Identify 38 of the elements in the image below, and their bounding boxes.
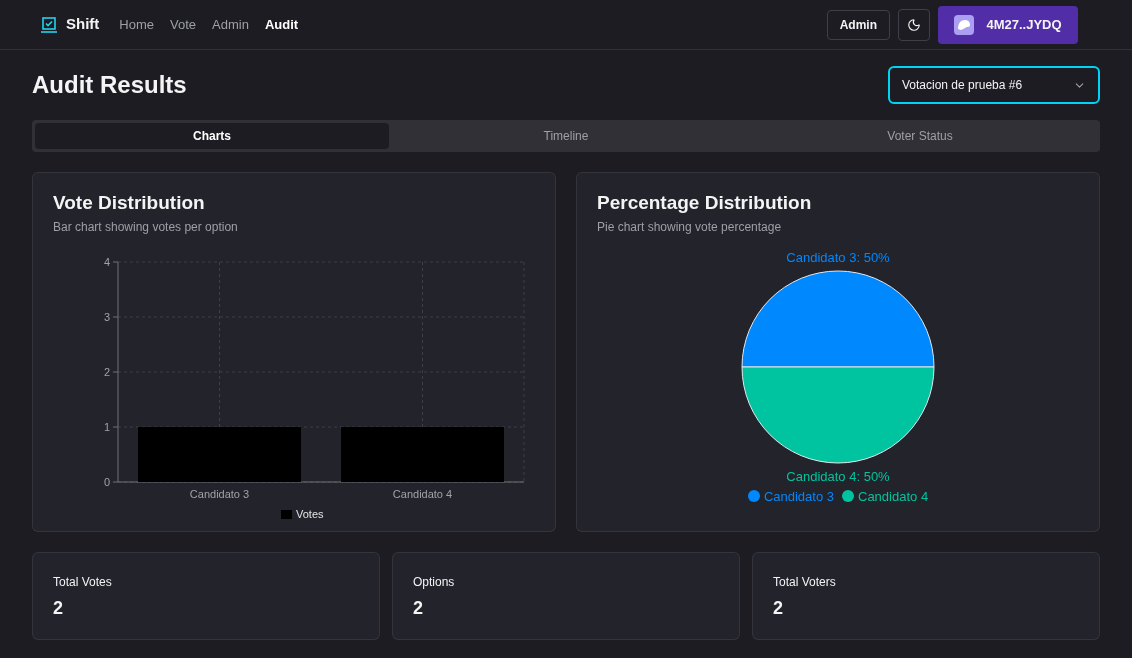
axis-category-label: Candidato 4 <box>392 487 453 500</box>
legend-label: Candidato 4 <box>858 487 929 506</box>
axis-category-label: Candidato 3 <box>189 487 250 500</box>
nav-link[interactable]: Audit <box>264 14 299 35</box>
nav-link[interactable]: Admin <box>212 14 249 35</box>
moon-icon <box>907 17 921 32</box>
nav-link[interactable]: Vote <box>170 14 197 35</box>
card-subtitle: Pie chart showing vote percentage <box>597 218 783 236</box>
theme-toggle-button[interactable] <box>898 8 930 41</box>
tab[interactable]: Charts <box>35 123 389 149</box>
wallet-button[interactable]: 4M27..JYDQ <box>938 5 1078 44</box>
brand-name: Shift <box>66 14 100 35</box>
checkbox-monitor-icon <box>40 16 58 33</box>
axis-tick-label: 0 <box>103 475 110 488</box>
stat-label: Total Votes <box>53 574 113 591</box>
legend-label: Candidato 3 <box>763 487 834 506</box>
stat-value: 2 <box>53 597 64 620</box>
stat-label: Total Voters <box>773 574 837 591</box>
stat-value: 2 <box>773 597 784 620</box>
tab[interactable]: Timeline <box>389 123 743 149</box>
axis-tick-label: 1 <box>103 420 110 433</box>
slice-label: Candidato 3: 50% <box>786 248 890 267</box>
axis-tick-label: 3 <box>103 310 110 323</box>
legend-label: Votes <box>296 507 324 520</box>
page-title: Audit Results <box>32 70 187 100</box>
axis-tick-label: 4 <box>103 255 110 268</box>
slice-label: Candidato 4: 50% <box>786 468 890 486</box>
poll-select[interactable]: Votacion de prueba #6 <box>888 66 1100 104</box>
tab[interactable]: Voter Status <box>743 123 1097 149</box>
admin-button[interactable]: Admin <box>826 9 890 40</box>
card-title: Vote Distribution <box>53 191 206 215</box>
nav-link[interactable]: Home <box>119 14 154 35</box>
stat-label: Options <box>413 574 456 591</box>
legend-swatch <box>281 509 292 519</box>
stat-value: 2 <box>413 597 424 620</box>
axis-tick-label: 2 <box>103 365 110 378</box>
card-title: Percentage Distribution <box>597 191 813 215</box>
card-subtitle: Bar chart showing votes per option <box>53 218 239 236</box>
